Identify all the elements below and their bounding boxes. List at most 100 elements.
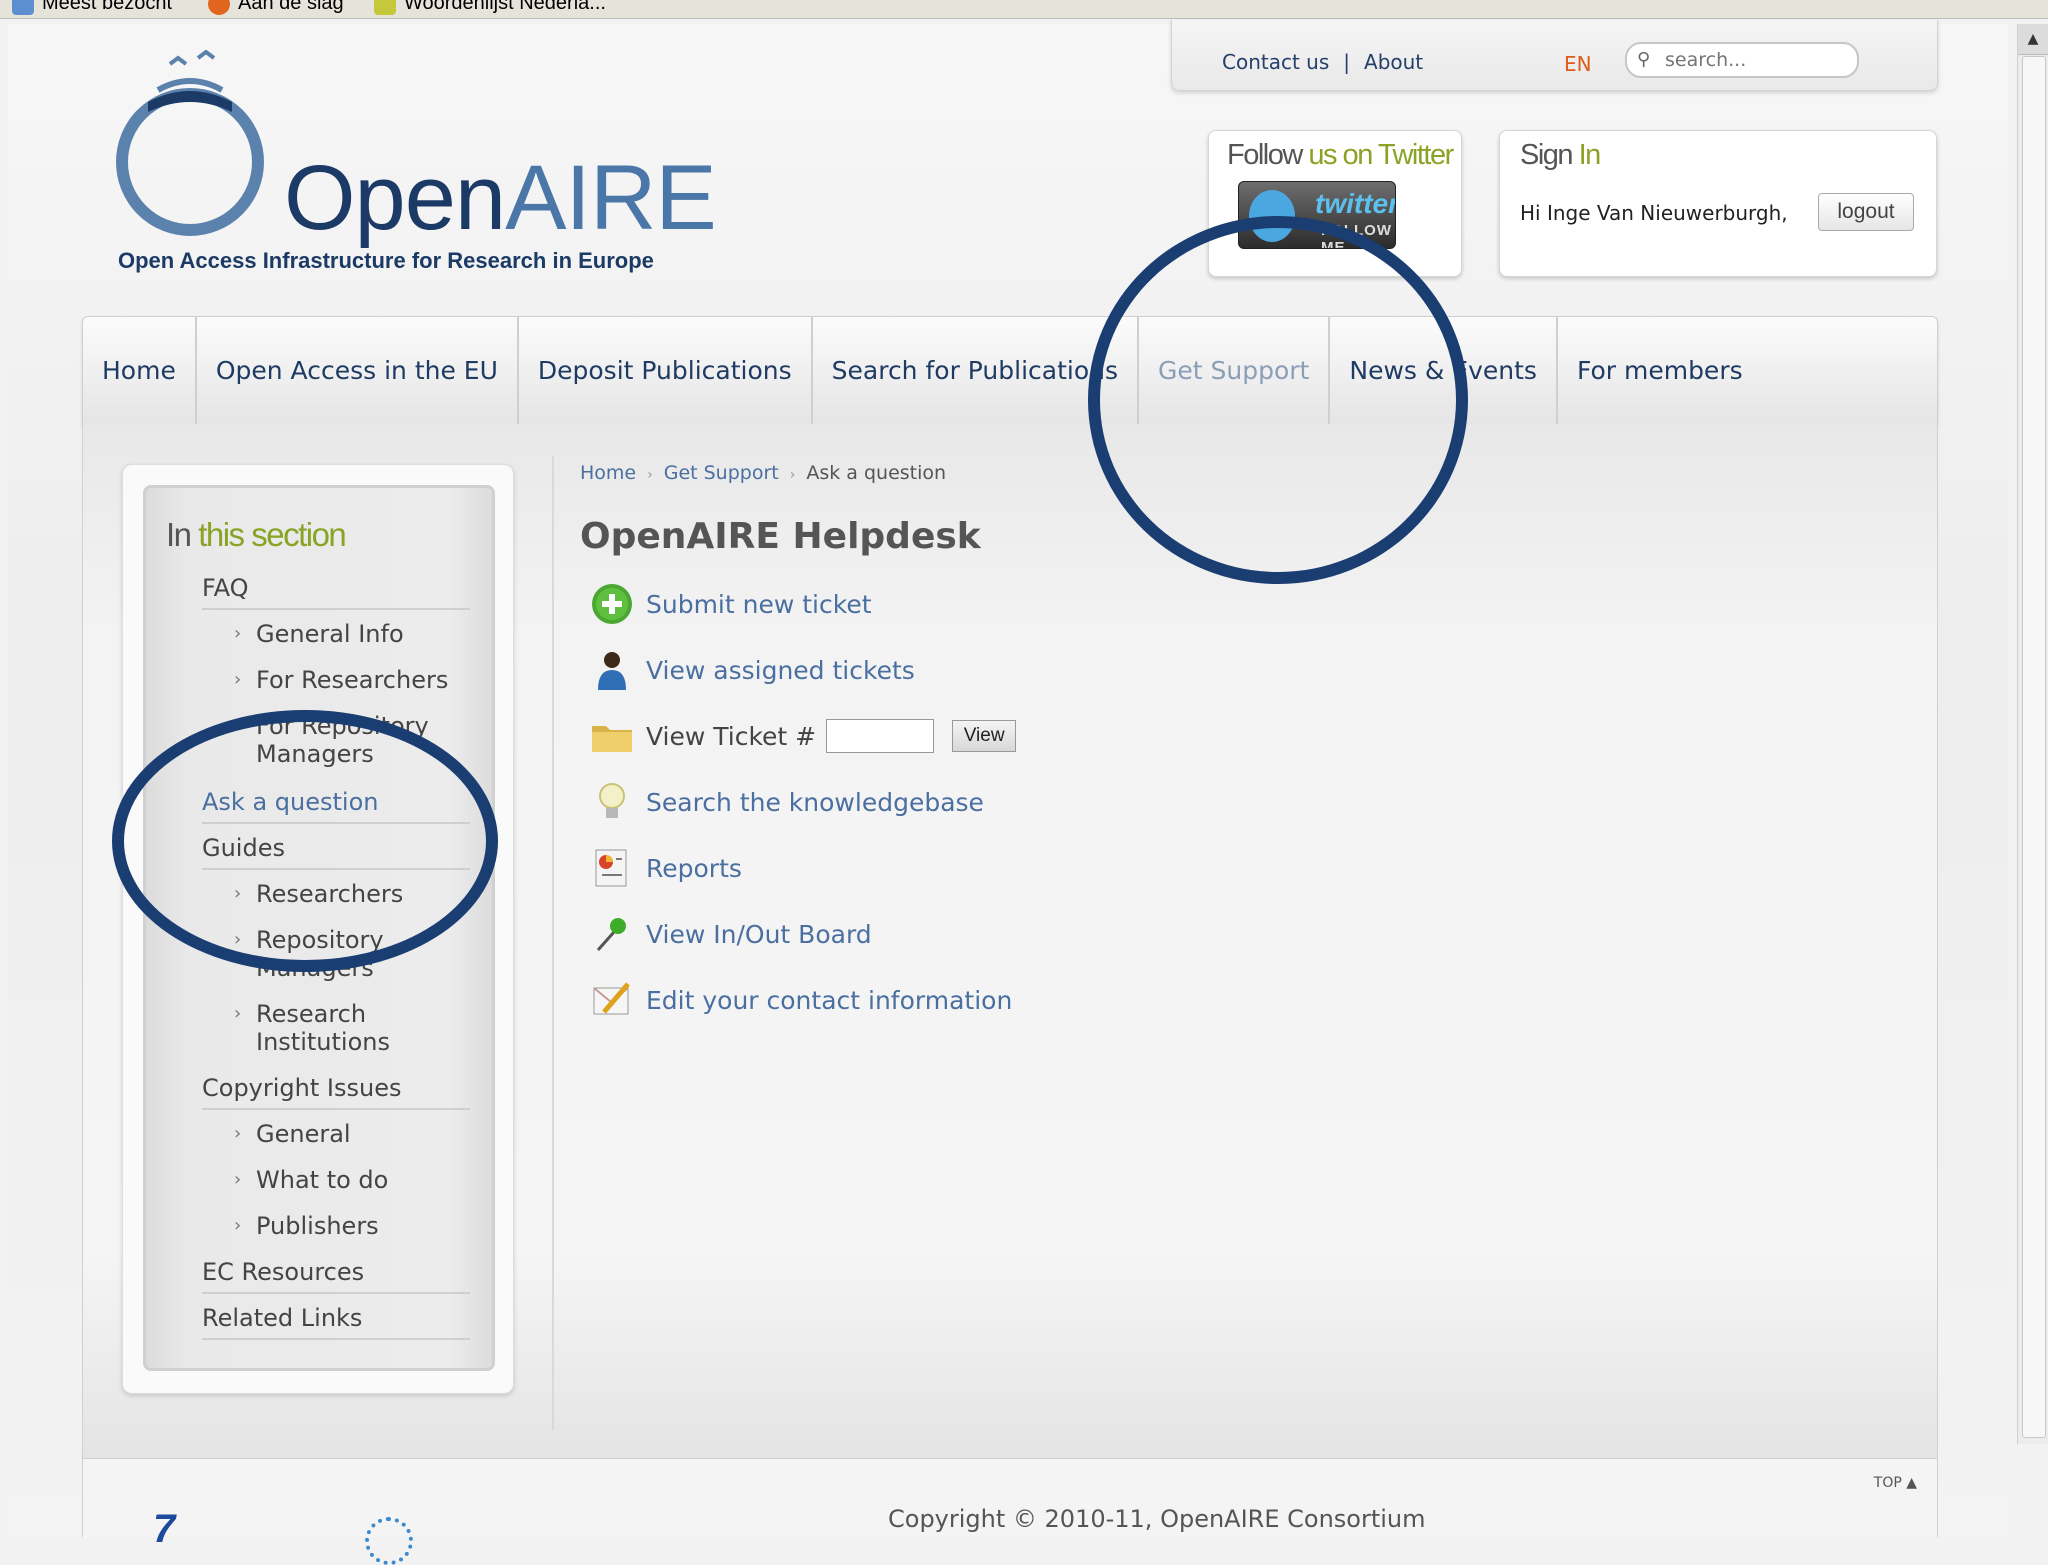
view-assigned-tickets-action[interactable]: View assigned tickets: [590, 646, 915, 694]
twitter-button-text: twitter: [1315, 188, 1396, 219]
logo-wordmark: OpenAIRE: [284, 146, 717, 251]
section-sidebar: In this section FAQ › General Info › For R…: [122, 464, 514, 1394]
twitter-bird-icon: [1249, 190, 1295, 242]
vertical-scrollbar[interactable]: ▲: [2017, 24, 2048, 1444]
utility-bar: Contact us | About EN ⚲: [1171, 20, 1938, 91]
sidebar-item-copyright-issues[interactable]: Copyright Issues: [202, 1074, 470, 1110]
page-title: OpenAIRE Helpdesk: [580, 516, 981, 557]
search-box[interactable]: ⚲: [1625, 42, 1859, 78]
breadcrumb-get-support[interactable]: Get Support: [664, 462, 779, 484]
nav-open-access-eu[interactable]: Open Access in the EU: [197, 317, 519, 424]
chevron-right-icon: ›: [234, 1123, 242, 1144]
bookmark-label: Meest bezocht: [42, 0, 173, 14]
reports-link[interactable]: Reports: [646, 854, 742, 883]
nav-for-members[interactable]: For members: [1558, 317, 1762, 424]
language-selector[interactable]: EN: [1564, 52, 1592, 76]
sign-in-title-accent: In: [1578, 139, 1602, 171]
section-sidebar-panel: In this section FAQ › General Info › For R…: [143, 485, 495, 1371]
sidebar-item-what-to-do[interactable]: › What to do: [234, 1166, 456, 1194]
sign-in-title: Sign In: [1520, 139, 1602, 172]
breadcrumb-separator-icon: ›: [647, 467, 653, 483]
view-assigned-tickets-link[interactable]: View assigned tickets: [646, 656, 915, 685]
utility-links: Contact us | About: [1222, 50, 1423, 74]
pushpin-icon: [590, 912, 634, 956]
chevron-right-icon: ›: [234, 669, 242, 690]
nav-home[interactable]: Home: [83, 317, 197, 424]
sidebar-item-label: For Repository Managers: [256, 712, 429, 768]
sidebar-item-for-researchers[interactable]: › For Researchers: [234, 666, 456, 694]
sidebar-item-ec-resources[interactable]: EC Resources: [202, 1258, 470, 1294]
scrollbar-thumb[interactable]: [2022, 56, 2046, 1438]
twitter-title-accent: us on Twitter: [1308, 139, 1454, 171]
person-icon: [590, 648, 634, 692]
sidebar-title-word: In: [166, 516, 192, 553]
nav-deposit-publications[interactable]: Deposit Publications: [519, 317, 813, 424]
nav-search-publications[interactable]: Search for Publications: [813, 317, 1140, 424]
bookmark-folder-icon: [12, 0, 34, 15]
sidebar-item-ask-a-question[interactable]: Ask a question: [202, 788, 470, 824]
sidebar-item-faq[interactable]: FAQ: [202, 574, 470, 610]
chevron-right-icon: ›: [234, 883, 242, 904]
view-ticket-button[interactable]: View: [952, 720, 1017, 752]
edit-contact-link[interactable]: Edit your contact information: [646, 986, 1012, 1015]
sidebar-item-research-institutions[interactable]: › Research Institutions: [234, 1000, 456, 1056]
submit-ticket-link[interactable]: Submit new ticket: [646, 590, 872, 619]
nav-get-support[interactable]: Get Support: [1139, 317, 1331, 444]
logo-word-open: Open: [284, 147, 506, 249]
back-to-top-link[interactable]: TOP ▲: [1874, 1475, 1917, 1491]
lightbulb-icon: [590, 780, 634, 824]
sidebar-item-copyright-general[interactable]: › General: [234, 1120, 456, 1148]
chevron-right-icon: ›: [234, 1003, 242, 1024]
twitter-follow-box: Follow us on Twitter twitter FOLLOW ME: [1208, 130, 1462, 277]
bookmark-most-visited[interactable]: Meest bezocht: [12, 0, 172, 15]
sidebar-item-label: Research Institutions: [256, 1000, 390, 1056]
bookmark-woordenlijst[interactable]: Woordenlijst Nederla...: [374, 0, 606, 15]
fp7-logo: 7: [153, 1507, 176, 1551]
view-ticket-form: View Ticket # View: [590, 712, 1017, 760]
breadcrumb-current: Ask a question: [806, 462, 947, 484]
sidebar-item-for-repository-managers[interactable]: › For Repository Managers: [234, 712, 456, 768]
twitter-follow-button[interactable]: twitter FOLLOW ME: [1238, 181, 1396, 249]
search-input[interactable]: [1663, 48, 1847, 72]
contact-us-link[interactable]: Contact us: [1222, 50, 1329, 74]
logo-ring-icon: [116, 50, 264, 236]
sidebar-item-label: Repository Managers: [256, 926, 384, 982]
bookmark-getting-started[interactable]: Aan de slag: [208, 0, 344, 15]
sidebar-item-guides-repository-managers[interactable]: › Repository Managers: [234, 926, 456, 982]
bookmarks-bar: Meest bezocht Aan de slag Woordenlijst N…: [0, 0, 2048, 19]
search-knowledgebase-action[interactable]: Search the knowledgebase: [590, 778, 984, 826]
sidebar-item-label: General Info: [256, 620, 404, 648]
link-separator: |: [1343, 50, 1351, 74]
chevron-right-icon: ›: [234, 929, 242, 950]
ticket-number-input[interactable]: [826, 719, 935, 753]
sidebar-item-guides[interactable]: Guides: [202, 834, 470, 870]
nav-news-events[interactable]: News & Events: [1330, 317, 1558, 424]
reports-action[interactable]: Reports: [590, 844, 742, 892]
breadcrumb-home[interactable]: Home: [580, 462, 636, 484]
user-greeting: Hi Inge Van Nieuwerburgh,: [1520, 201, 1788, 225]
in-out-board-link[interactable]: View In/Out Board: [646, 920, 872, 949]
sidebar-item-general-info[interactable]: › General Info: [234, 620, 456, 648]
sidebar-item-guides-researchers[interactable]: › Researchers: [234, 880, 456, 908]
scroll-up-arrow-icon[interactable]: ▲: [2018, 24, 2048, 55]
chevron-right-icon: ›: [234, 715, 242, 736]
sidebar-item-publishers[interactable]: › Publishers: [234, 1212, 456, 1240]
breadcrumb-separator-icon: ›: [789, 467, 796, 483]
openaire-logo[interactable]: OpenAIRE Open Access Infrastructure for …: [108, 50, 717, 280]
twitter-title-word: Follow: [1227, 139, 1303, 171]
chevron-right-icon: ›: [234, 1169, 242, 1190]
sidebar-item-related-links[interactable]: Related Links: [202, 1304, 470, 1340]
search-icon: ⚲: [1637, 49, 1651, 70]
view-ticket-label: View Ticket #: [646, 721, 817, 751]
nav-get-support-label: Get Support: [1158, 356, 1310, 385]
sidebar-title: In this section: [166, 516, 347, 554]
submit-ticket-action[interactable]: Submit new ticket: [590, 580, 872, 628]
copyright-text: Copyright © 2010-11, OpenAIRE Consortium: [888, 1505, 1426, 1533]
sign-in-box: Sign In Hi Inge Van Nieuwerburgh, logout: [1499, 130, 1937, 277]
logout-button[interactable]: logout: [1818, 193, 1914, 231]
report-icon: [590, 846, 634, 890]
in-out-board-action[interactable]: View In/Out Board: [590, 910, 872, 958]
about-link[interactable]: About: [1364, 50, 1423, 74]
search-knowledgebase-link[interactable]: Search the knowledgebase: [646, 788, 984, 817]
edit-contact-action[interactable]: Edit your contact information: [590, 976, 1012, 1024]
